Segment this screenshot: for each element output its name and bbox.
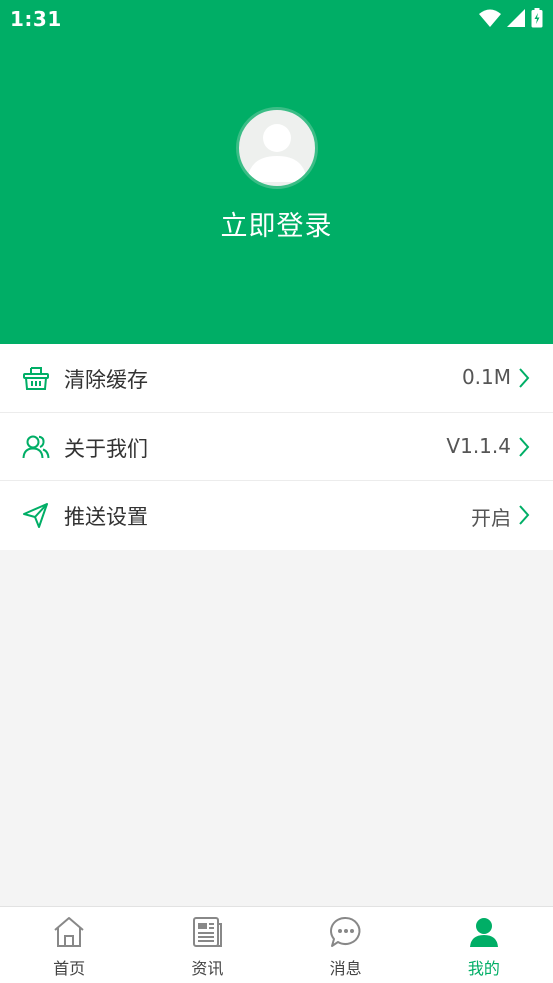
menu-item-push-settings[interactable]: 推送设置 开启 [0,481,553,550]
wifi-icon [479,9,501,27]
push-status-value: 开启 [471,506,511,530]
home-icon [54,917,84,947]
status-time: 1:31 [10,7,62,31]
person-icon [469,918,498,947]
menu-item-clear-cache[interactable]: 清除缓存 0.1M [0,344,553,413]
chevron-right-icon [519,436,530,457]
chevron-right-icon [519,505,530,525]
login-button[interactable]: 立即登录 [0,204,553,243]
tab-home[interactable]: 首页 [0,907,138,983]
default-avatar-icon [247,124,307,182]
settings-menu: 清除缓存 0.1M 关于我们 V1.1.4 推送设置 开启 [0,344,553,550]
profile-header: 1:31 立即登录 [0,0,553,344]
basket-icon [23,367,49,390]
battery-icon [531,8,543,28]
menu-item-about-us[interactable]: 关于我们 V1.1.4 [0,413,553,481]
tab-mine[interactable]: 我的 [415,907,553,983]
status-bar: 1:31 [0,0,553,38]
menu-label: 推送设置 [64,505,148,529]
avatar[interactable] [236,107,318,189]
version-value: V1.1.4 [446,433,511,458]
menu-label: 关于我们 [64,436,148,461]
menu-label: 清除缓存 [64,368,148,392]
tab-label: 首页 [53,959,86,978]
tab-messages[interactable]: 消息 [277,907,415,983]
signal-icon [507,9,525,27]
chevron-right-icon [519,368,530,388]
tab-label: 资讯 [191,959,224,978]
status-icons [479,8,543,28]
cache-size-value: 0.1M [461,365,511,389]
tab-label: 我的 [467,959,500,978]
bottom-tab-bar: 首页 资讯 消息 我的 [0,906,553,983]
users-icon [22,435,50,458]
tab-label: 消息 [329,959,362,978]
tab-news[interactable]: 资讯 [138,907,276,983]
message-icon [329,916,361,947]
news-icon [193,917,223,947]
send-icon [23,503,48,528]
